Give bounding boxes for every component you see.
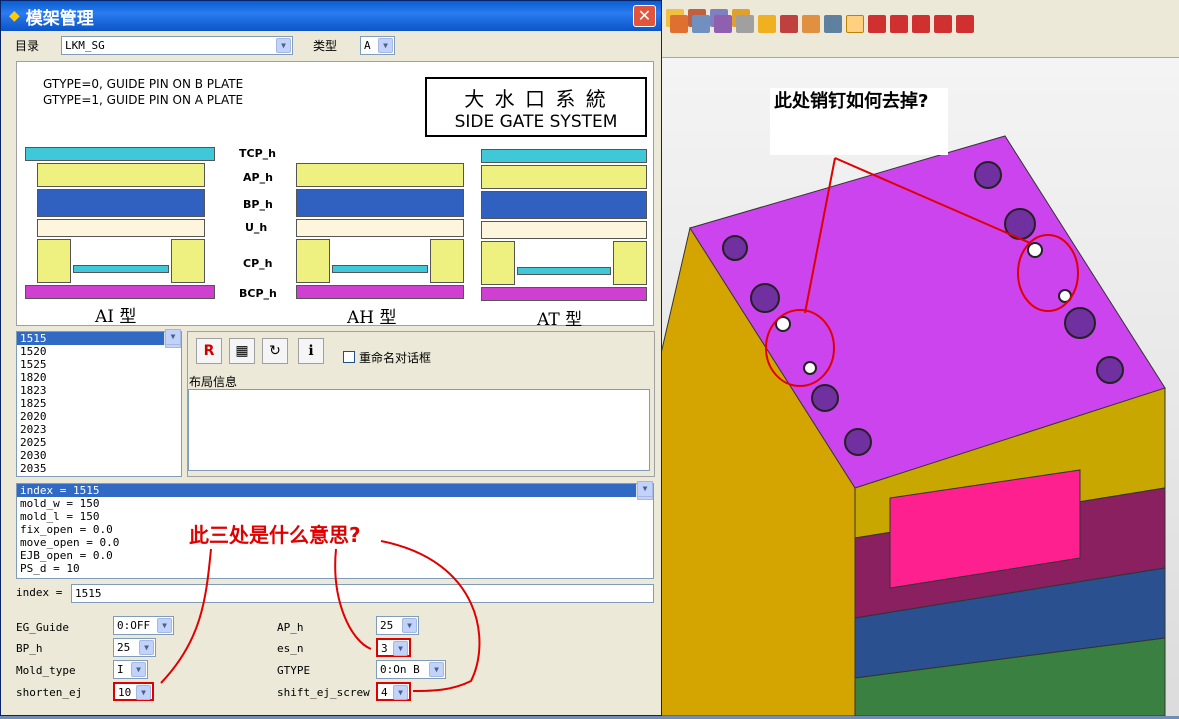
tool-icon[interactable] <box>934 15 952 33</box>
3d-viewport[interactable]: 此处销钉如何去掉? <box>659 58 1179 717</box>
cad-toolbar <box>660 0 1179 58</box>
tool-icon[interactable] <box>890 15 908 33</box>
screw-head <box>1096 356 1124 384</box>
mold-base-3d <box>659 135 1166 717</box>
tool-icon[interactable] <box>956 15 974 33</box>
annotation-box: 此处销钉如何去掉? <box>770 88 948 155</box>
annotation-arrow <box>334 548 372 650</box>
mold-base-dialog: ◆ 模架管理 ✕ 目录 LKM_SG ▼ 类型 A ▼ GTYPE=0, GUI… <box>0 0 662 716</box>
screw-head <box>722 235 748 261</box>
annotation-arrows <box>160 540 481 692</box>
screw-head <box>811 384 839 412</box>
guide-pin[interactable] <box>803 361 817 375</box>
tool-icon[interactable] <box>692 15 710 33</box>
tool-icon[interactable] <box>670 15 688 33</box>
tool-icon[interactable] <box>802 15 820 33</box>
screw-head <box>1064 307 1096 339</box>
toolbar-row-2 <box>670 12 974 36</box>
guide-pin[interactable] <box>1027 242 1043 258</box>
annotation-question2: 此处销钉如何去掉? <box>774 91 929 112</box>
annotation-arrow <box>380 540 481 692</box>
screw-head <box>750 283 780 313</box>
tool-icon[interactable] <box>736 15 754 33</box>
tool-icon[interactable] <box>846 15 864 33</box>
tool-icon[interactable] <box>912 15 930 33</box>
annotation-arrow <box>160 548 212 684</box>
tool-icon[interactable] <box>824 15 842 33</box>
tool-icon[interactable] <box>714 15 732 33</box>
tool-icon[interactable] <box>758 15 776 33</box>
tool-icon[interactable] <box>868 15 886 33</box>
screw-head <box>974 161 1002 189</box>
screw-head <box>844 428 872 456</box>
tool-icon[interactable] <box>780 15 798 33</box>
